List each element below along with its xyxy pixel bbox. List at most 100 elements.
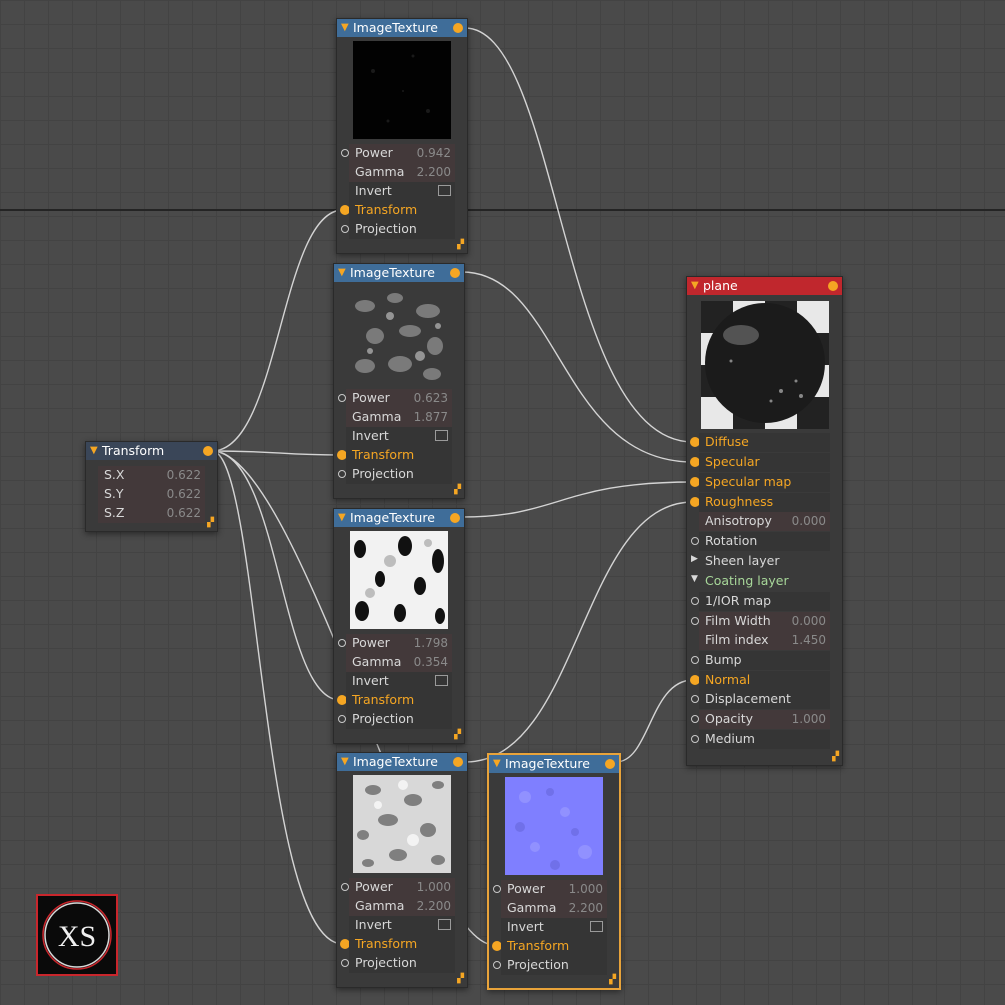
invert-checkbox[interactable] — [435, 430, 448, 441]
group-sheen-layer[interactable]: ▶ Sheen layer — [687, 552, 842, 571]
param-sx[interactable]: S.X 0.622 — [86, 466, 217, 485]
node-header[interactable]: ▼ plane — [687, 277, 842, 295]
param-sz[interactable]: S.Z 0.622 — [86, 504, 217, 523]
socket-icon[interactable] — [338, 715, 346, 723]
image-texture-node-4[interactable]: ▼ ImageTexture Power 1.000 Gamma 2.200 I… — [336, 752, 468, 988]
param-transform[interactable]: Transform — [337, 935, 467, 954]
invert-checkbox[interactable] — [438, 919, 451, 930]
input-displacement[interactable]: Displacement — [687, 690, 842, 709]
param-invert[interactable]: Invert — [489, 918, 619, 937]
param-anisotropy[interactable]: Anisotropy 0.000 — [687, 512, 842, 531]
param-film-index[interactable]: Film index 1.450 — [687, 631, 842, 650]
node-header[interactable]: ▼ ImageTexture — [337, 19, 467, 37]
socket-icon[interactable] — [691, 617, 699, 625]
param-power[interactable]: Power 1.000 — [489, 880, 619, 899]
socket-icon[interactable] — [493, 885, 501, 893]
param-projection[interactable]: Projection — [334, 710, 464, 729]
output-port[interactable] — [203, 446, 213, 456]
param-power[interactable]: Power 0.623 — [334, 389, 464, 408]
output-port[interactable] — [828, 281, 838, 291]
resize-grip-icon[interactable]: ▞ — [454, 731, 461, 740]
node-header[interactable]: ▼ Transform — [86, 442, 217, 460]
param-sy[interactable]: S.Y 0.622 — [86, 485, 217, 504]
socket-icon[interactable] — [691, 597, 699, 605]
param-transform[interactable]: Transform — [337, 201, 467, 220]
node-header[interactable]: ▼ ImageTexture — [334, 264, 464, 282]
image-texture-node-2[interactable]: ▼ ImageTexture Power 0.623 Gamma 1.877 I… — [333, 263, 465, 499]
param-gamma[interactable]: Gamma 2.200 — [337, 897, 467, 916]
param-projection[interactable]: Projection — [489, 956, 619, 975]
triangle-down-icon[interactable]: ▼ — [341, 753, 349, 771]
triangle-right-icon[interactable]: ▶ — [691, 554, 698, 564]
param-gamma[interactable]: Gamma 2.200 — [489, 899, 619, 918]
param-transform[interactable]: Transform — [334, 446, 464, 465]
param-projection[interactable]: Projection — [334, 465, 464, 484]
input-diffuse[interactable]: Diffuse — [687, 433, 842, 452]
triangle-down-icon[interactable]: ▼ — [338, 264, 346, 282]
param-power[interactable]: Power 0.942 — [337, 144, 467, 163]
triangle-down-icon[interactable]: ▼ — [341, 19, 349, 37]
output-port[interactable] — [605, 759, 615, 769]
socket-icon[interactable] — [691, 695, 699, 703]
triangle-down-icon[interactable]: ▼ — [691, 574, 698, 584]
socket-icon[interactable] — [341, 883, 349, 891]
param-film-width[interactable]: Film Width 0.000 — [687, 612, 842, 631]
socket-icon[interactable] — [493, 961, 501, 969]
socket-icon[interactable] — [338, 639, 346, 647]
param-invert[interactable]: Invert — [337, 916, 467, 935]
input-bump[interactable]: Bump — [687, 651, 842, 670]
param-transform[interactable]: Transform — [489, 937, 619, 956]
socket-icon[interactable] — [338, 470, 346, 478]
socket-icon[interactable] — [341, 959, 349, 967]
resize-grip-icon[interactable]: ▞ — [832, 753, 839, 762]
image-texture-node-5[interactable]: ▼ ImageTexture Power 1.000 Gamma 2.200 I… — [487, 753, 621, 990]
input-normal[interactable]: Normal — [687, 671, 842, 690]
resize-grip-icon[interactable]: ▞ — [454, 486, 461, 495]
param-gamma[interactable]: Gamma 1.877 — [334, 408, 464, 427]
socket-icon[interactable] — [691, 656, 699, 664]
transform-node[interactable]: ▼ Transform S.X 0.622 S.Y 0.622 S.Z 0.62… — [85, 441, 218, 532]
socket-icon[interactable] — [341, 149, 349, 157]
param-transform[interactable]: Transform — [334, 691, 464, 710]
image-texture-node-3[interactable]: ▼ ImageTexture Power 1.798 Gamma 0.354 I… — [333, 508, 465, 744]
output-port[interactable] — [450, 513, 460, 523]
node-header[interactable]: ▼ ImageTexture — [489, 755, 619, 773]
input-specular-map[interactable]: Specular map — [687, 473, 842, 492]
socket-icon[interactable] — [338, 394, 346, 402]
param-gamma[interactable]: Gamma 0.354 — [334, 653, 464, 672]
resize-grip-icon[interactable]: ▞ — [457, 241, 464, 250]
invert-checkbox[interactable] — [438, 185, 451, 196]
resize-grip-icon[interactable]: ▞ — [457, 975, 464, 984]
param-power[interactable]: Power 1.000 — [337, 878, 467, 897]
triangle-down-icon[interactable]: ▼ — [90, 442, 98, 460]
input-specular[interactable]: Specular — [687, 453, 842, 472]
resize-grip-icon[interactable]: ▞ — [207, 519, 214, 528]
triangle-down-icon[interactable]: ▼ — [338, 509, 346, 527]
image-texture-node-1[interactable]: ▼ ImageTexture Power 0.942 Gamma 2.200 I… — [336, 18, 468, 254]
input-ior-map[interactable]: 1/IOR map — [687, 592, 842, 611]
triangle-down-icon[interactable]: ▼ — [691, 277, 699, 295]
param-projection[interactable]: Projection — [337, 954, 467, 973]
socket-icon[interactable] — [691, 715, 699, 723]
input-rotation[interactable]: Rotation — [687, 532, 842, 551]
socket-icon[interactable] — [691, 537, 699, 545]
invert-checkbox[interactable] — [590, 921, 603, 932]
socket-icon[interactable] — [341, 225, 349, 233]
resize-grip-icon[interactable]: ▞ — [609, 976, 616, 985]
node-header[interactable]: ▼ ImageTexture — [337, 753, 467, 771]
output-port[interactable] — [453, 23, 463, 33]
plane-material-node[interactable]: ▼ plane Diffuse Specular Specular map Ro… — [686, 276, 843, 766]
param-invert[interactable]: Invert — [334, 672, 464, 691]
input-roughness[interactable]: Roughness — [687, 493, 842, 512]
triangle-down-icon[interactable]: ▼ — [493, 755, 501, 773]
output-port[interactable] — [453, 757, 463, 767]
invert-checkbox[interactable] — [435, 675, 448, 686]
param-invert[interactable]: Invert — [337, 182, 467, 201]
node-header[interactable]: ▼ ImageTexture — [334, 509, 464, 527]
output-port[interactable] — [450, 268, 460, 278]
param-projection[interactable]: Projection — [337, 220, 467, 239]
param-gamma[interactable]: Gamma 2.200 — [337, 163, 467, 182]
group-coating-layer[interactable]: ▼ Coating layer — [687, 572, 842, 591]
input-medium[interactable]: Medium — [687, 730, 842, 749]
socket-icon[interactable] — [691, 735, 699, 743]
